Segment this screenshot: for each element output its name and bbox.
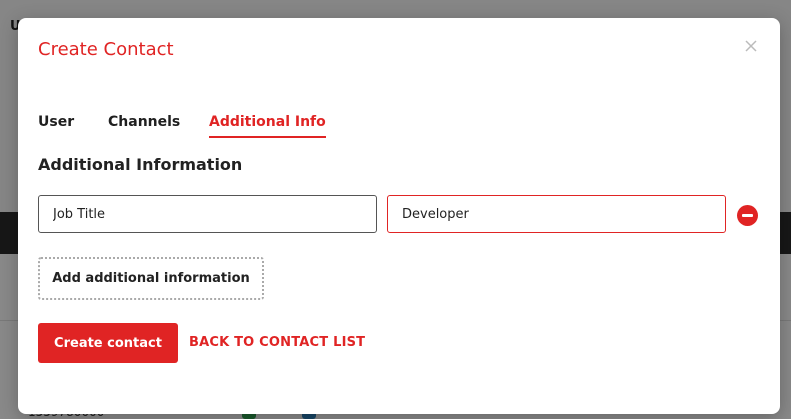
modal-title: Create Contact (38, 39, 174, 60)
tab-additional-info[interactable]: Additional Info (209, 114, 326, 138)
create-contact-modal: Create Contact User Channels Additional … (18, 18, 780, 414)
minus-circle-icon[interactable] (737, 205, 758, 226)
section-title: Additional Information (38, 155, 243, 174)
tab-user[interactable]: User (38, 114, 74, 130)
create-contact-button[interactable]: Create contact (38, 323, 178, 363)
tab-channels[interactable]: Channels (108, 114, 180, 130)
info-key-field[interactable] (38, 195, 377, 233)
close-icon[interactable] (744, 38, 758, 52)
back-to-contact-list-link[interactable]: BACK TO CONTACT LIST (189, 335, 365, 350)
info-value-field[interactable] (387, 195, 726, 233)
add-additional-information-button[interactable]: Add additional information (38, 257, 264, 300)
close-icon-svg (745, 40, 757, 52)
